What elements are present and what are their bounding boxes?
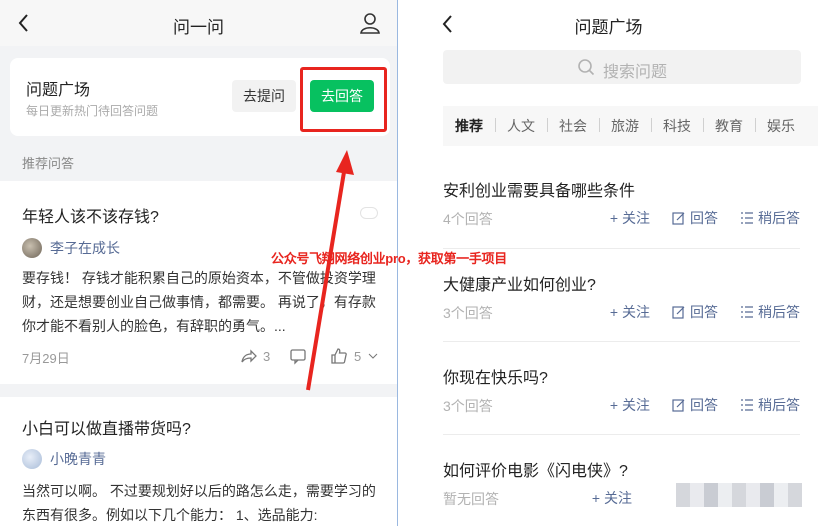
search-bar[interactable]: 搜索问题 bbox=[443, 50, 801, 84]
answer-later-button[interactable]: 稍后答 bbox=[740, 302, 800, 322]
item-actions: + 关注 回答 稍后答 bbox=[610, 395, 800, 415]
question-card[interactable]: 小白可以做直播带货吗? 小晚青青 当然可以啊。 不过要规划好以后的路怎么走，需要… bbox=[0, 397, 397, 526]
answer-button[interactable]: 回答 bbox=[672, 302, 718, 322]
answer-excerpt[interactable]: 当然可以啊。 不过要规划好以后的路怎么走，需要学习的东西有很多。例如以下几个能力… bbox=[22, 479, 384, 526]
ask-question-button[interactable]: 去提问 bbox=[232, 80, 296, 112]
answer-count: 3个回答 bbox=[443, 398, 493, 414]
item-actions: + 关注 回答 稍后答 bbox=[610, 302, 800, 322]
answer-count: 4个回答 bbox=[443, 211, 493, 227]
item-actions: + 关注 回答 稍后答 bbox=[610, 208, 800, 228]
comment-icon bbox=[290, 349, 306, 365]
question-title[interactable]: 年轻人该不该存钱? bbox=[22, 203, 159, 227]
list-icon bbox=[741, 306, 753, 318]
category-tabs: 推荐 人文 社会 旅游 科技 教育 娱乐 bbox=[443, 106, 818, 146]
share-button[interactable]: 3 bbox=[239, 347, 270, 365]
question-text[interactable]: 如何评价电影《闪电侠》? bbox=[443, 457, 628, 481]
highlight-box bbox=[300, 67, 387, 132]
later-label: 稍后答 bbox=[758, 397, 800, 413]
annotation-text: 公众号飞翔网络创业pro，获取第一手项目 bbox=[271, 251, 507, 266]
later-label: 稍后答 bbox=[758, 304, 800, 320]
answer-count: 暂无回答 bbox=[443, 491, 499, 507]
search-icon bbox=[578, 59, 595, 76]
item-actions: + 关注 bbox=[592, 488, 632, 508]
question-card[interactable]: 年轻人该不该存钱? 李子在成长 要存钱！ 存钱才能积累自己的原始资本，不管做投资… bbox=[0, 181, 397, 384]
author[interactable]: 李子在成长 bbox=[22, 238, 120, 258]
answer-label: 回答 bbox=[690, 210, 718, 226]
square-subtitle: 每日更新热门待回答问题 bbox=[26, 104, 159, 118]
answer-button[interactable]: 回答 bbox=[672, 395, 718, 415]
tab-education[interactable]: 教育 bbox=[703, 116, 755, 136]
follow-button[interactable]: + 关注 bbox=[610, 208, 650, 228]
edit-icon bbox=[672, 212, 685, 225]
list-item[interactable]: 安利创业需要具备哪些条件 4个回答 + 关注 回答 稍后答 bbox=[443, 155, 800, 248]
edit-icon bbox=[672, 399, 685, 412]
page-title: 问题广场 bbox=[574, 18, 643, 37]
share-icon bbox=[241, 349, 257, 363]
like-button[interactable]: 5 bbox=[330, 347, 379, 365]
dismiss-icon[interactable] bbox=[360, 207, 378, 219]
page-title: 问一问 bbox=[173, 18, 224, 37]
tab-entertainment[interactable]: 娱乐 bbox=[755, 116, 807, 136]
follow-button[interactable]: + 关注 bbox=[610, 302, 650, 322]
share-count: 3 bbox=[263, 348, 271, 364]
question-text[interactable]: 你现在快乐吗? bbox=[443, 364, 548, 388]
header: 问一问 bbox=[0, 0, 397, 46]
avatar[interactable] bbox=[22, 449, 42, 469]
list-item[interactable]: 如何评价电影《闪电侠》? 暂无回答 + 关注 bbox=[443, 434, 800, 526]
tab-humanities[interactable]: 人文 bbox=[495, 116, 547, 136]
author[interactable]: 小晚青青 bbox=[22, 449, 106, 469]
comment-button[interactable] bbox=[289, 347, 307, 368]
square-title: 问题广场 bbox=[26, 82, 91, 99]
answer-label: 回答 bbox=[690, 397, 718, 413]
edit-icon bbox=[672, 306, 685, 319]
author-name[interactable]: 小晚青青 bbox=[50, 449, 106, 469]
tab-tech[interactable]: 科技 bbox=[651, 116, 703, 136]
section-label: 推荐问答 bbox=[22, 156, 75, 171]
follow-button[interactable]: + 关注 bbox=[610, 395, 650, 415]
blurred-region bbox=[676, 483, 802, 507]
list-icon bbox=[741, 212, 753, 224]
like-count: 5 bbox=[354, 348, 362, 364]
later-label: 稍后答 bbox=[758, 210, 800, 226]
answer-count: 3个回答 bbox=[443, 305, 493, 321]
question-text[interactable]: 安利创业需要具备哪些条件 bbox=[443, 177, 635, 201]
answer-button[interactable]: 回答 bbox=[672, 208, 718, 228]
author-name[interactable]: 李子在成长 bbox=[50, 238, 120, 258]
tab-travel[interactable]: 旅游 bbox=[599, 116, 651, 136]
search-placeholder: 搜索问题 bbox=[603, 64, 668, 81]
list-icon bbox=[741, 399, 753, 411]
question-text[interactable]: 大健康产业如何创业? bbox=[443, 271, 596, 295]
list-item[interactable]: 你现在快乐吗? 3个回答 + 关注 回答 稍后答 bbox=[443, 341, 800, 434]
thumbs-up-icon bbox=[331, 348, 347, 364]
answer-meta: 7月29日 3 5 bbox=[22, 346, 378, 366]
user-icon[interactable] bbox=[359, 12, 381, 34]
answer-later-button[interactable]: 稍后答 bbox=[740, 395, 800, 415]
chevron-down-icon[interactable] bbox=[367, 350, 379, 362]
answer-excerpt[interactable]: 要存钱！ 存钱才能积累自己的原始资本，不管做投资学理财，还是想要创业自己做事情，… bbox=[22, 266, 384, 338]
follow-button[interactable]: + 关注 bbox=[592, 488, 632, 508]
answer-later-button[interactable]: 稍后答 bbox=[740, 208, 800, 228]
avatar[interactable] bbox=[22, 238, 42, 258]
tab-recommend[interactable]: 推荐 bbox=[443, 116, 495, 136]
answer-date: 7月29日 bbox=[22, 351, 70, 366]
answer-label: 回答 bbox=[690, 304, 718, 320]
question-title[interactable]: 小白可以做直播带货吗? bbox=[22, 415, 191, 439]
tab-society[interactable]: 社会 bbox=[547, 116, 599, 136]
